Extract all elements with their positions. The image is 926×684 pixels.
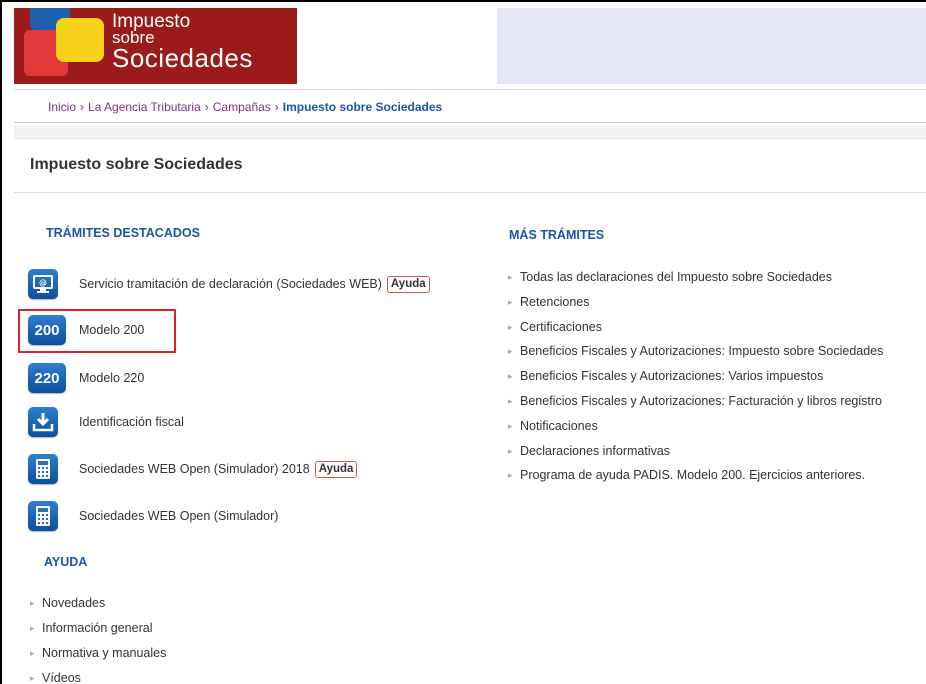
chevron-right-icon: ▸ <box>508 272 513 282</box>
list-item-label: Programa de ayuda PADIS. Modelo 200. Eje… <box>520 468 866 483</box>
chevron-right-icon: ▸ <box>508 321 513 332</box>
breadcrumb-inicio[interactable]: Inicio <box>48 100 76 114</box>
destacado-modelo-220[interactable]: 220 Modelo 220 <box>28 361 144 395</box>
chevron-right-icon: ▸ <box>508 346 513 357</box>
mas-tramite-item[interactable]: ▸ Beneficios Fiscales y Autorizaciones: F… <box>508 392 883 417</box>
list-item-label: Certificaciones <box>520 319 602 334</box>
mas-tramite-item[interactable]: ▸ Retenciones <box>508 293 883 318</box>
list-item-label: Información general <box>42 621 153 635</box>
ayuda-item[interactable]: ▸ Vídeos <box>30 669 166 684</box>
breadcrumb-separator: › <box>80 100 85 114</box>
destacado-label: Modelo 220 <box>79 371 145 385</box>
header-background <box>497 8 926 84</box>
mas-tramites-heading: MÁS TRÁMITES <box>509 228 605 242</box>
list-item-label: Beneficios Fiscales y Autorizaciones: Va… <box>520 369 824 384</box>
list-item-label: Novedades <box>42 596 106 610</box>
ayuda-item[interactable]: ▸ Información general <box>30 619 166 644</box>
download-icon <box>28 407 58 437</box>
destacado-label: Sociedades WEB Open (Simulador) 2018 <box>79 462 310 476</box>
breadcrumb: Inicio › La Agencia Tributaria › Campañas › Im… <box>14 89 926 123</box>
chevron-right-icon: ▸ <box>30 598 35 608</box>
mas-tramites-list: ▸ Todas las declaraciones del Impuesto so… <box>508 268 883 491</box>
mas-tramite-item[interactable]: ▸ Todas las declaraciones del Impuesto so… <box>508 268 883 293</box>
breadcrumb-separator: › <box>274 100 279 114</box>
mas-tramite-item[interactable]: ▸ Notificaciones <box>508 417 883 442</box>
ayuda-list: ▸ Novedades ▸ Información general ▸ Normati… <box>30 594 166 684</box>
chevron-right-icon: ▸ <box>508 395 513 406</box>
brand-banner[interactable]: Impuesto sobre Sociedades <box>14 8 297 84</box>
destacado-label: Identificación fiscal <box>79 415 184 429</box>
list-item-label: Beneficios Fiscales y Autorizaciones: Im… <box>520 344 884 359</box>
list-item-label: Notificaciones <box>520 418 598 433</box>
breadcrumb-agencia-tributaria[interactable]: La Agencia Tributaria <box>88 100 201 114</box>
ayuda-heading: AYUDA <box>44 555 88 569</box>
calculator-icon <box>28 454 58 484</box>
destacado-simulador-2018[interactable]: Sociedades WEB Open (Simulador) 2018 Ayu… <box>28 452 358 486</box>
highlight-box <box>18 309 176 353</box>
list-item-label: Beneficios Fiscales y Autorizaciones: Fa… <box>520 393 882 408</box>
list-item-label: Normativa y manuales <box>42 646 167 660</box>
destacado-simulador[interactable]: Sociedades WEB Open (Simulador) <box>28 499 278 533</box>
mas-tramite-item[interactable]: ▸ Declaraciones informativas <box>508 442 883 467</box>
monitor-icon: @ <box>28 269 58 299</box>
list-item-label: Declaraciones informativas <box>520 443 671 458</box>
list-item-label: Retenciones <box>520 294 590 309</box>
brand-title: Impuesto sobre Sociedades <box>112 12 253 71</box>
calculator-icon <box>28 501 58 531</box>
list-item-label: Todas las declaraciones del Impuesto sob… <box>520 270 832 284</box>
mas-tramite-item[interactable]: ▸ Beneficios Fiscales y Autorizaciones: I… <box>508 342 883 367</box>
svg-text:@: @ <box>39 279 47 288</box>
destacado-label: Servicio tramitación de declaración (Soc… <box>79 277 382 291</box>
chevron-right-icon: ▸ <box>30 623 35 633</box>
destacado-label: Sociedades WEB Open (Simulador) <box>79 509 279 523</box>
ayuda-badge[interactable]: Ayuda <box>314 460 358 478</box>
chevron-right-icon: ▸ <box>508 420 513 431</box>
breadcrumb-current: Impuesto sobre Sociedades <box>282 100 443 114</box>
ayuda-badge[interactable]: Ayuda <box>386 275 430 293</box>
chevron-right-icon: ▸ <box>30 673 35 683</box>
mas-tramite-item[interactable]: ▸ Beneficios Fiscales y Autorizaciones: V… <box>508 367 883 392</box>
logo-yellow-shape <box>56 18 104 62</box>
title-divider <box>14 192 926 193</box>
ayuda-item[interactable]: ▸ Novedades <box>30 594 166 619</box>
mas-tramite-item[interactable]: ▸ Certificaciones <box>508 318 883 343</box>
mas-tramite-item[interactable]: ▸ Programa de ayuda PADIS. Modelo 200. Ej… <box>508 466 883 491</box>
breadcrumb-campanas[interactable]: Campañas <box>213 100 271 114</box>
destacado-identificacion-fiscal[interactable]: Identificación fiscal <box>28 405 184 439</box>
chevron-right-icon: ▸ <box>508 445 513 456</box>
ayuda-item[interactable]: ▸ Normativa y manuales <box>30 644 166 669</box>
destacado-sociedades-web[interactable]: @ Servicio tramitación de declaración (S… <box>28 267 430 301</box>
chevron-right-icon: ▸ <box>508 371 513 382</box>
chevron-right-icon: ▸ <box>508 296 513 307</box>
chevron-right-icon: ▸ <box>508 470 513 481</box>
list-item-label: Vídeos <box>42 671 81 684</box>
chevron-right-icon: ▸ <box>30 648 35 658</box>
brand-line-3: Sociedades <box>112 43 253 73</box>
divider-band <box>14 125 926 139</box>
page-title: Impuesto sobre Sociedades <box>30 156 243 173</box>
breadcrumb-separator: › <box>204 100 209 114</box>
destacados-heading: TRÁMITES DESTACADOS <box>46 226 200 240</box>
modelo-220-icon: 220 <box>28 363 66 393</box>
